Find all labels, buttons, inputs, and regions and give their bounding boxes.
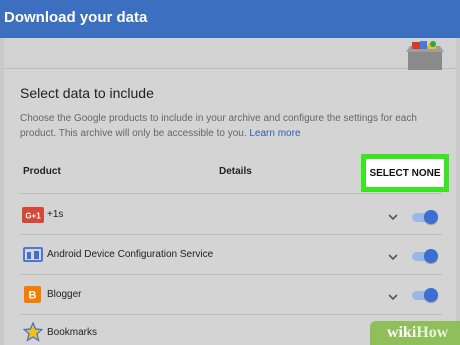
divider bbox=[20, 274, 442, 275]
bookmarks-star-icon bbox=[23, 322, 43, 342]
column-header-product: Product bbox=[23, 166, 61, 177]
blogger-icon: B bbox=[24, 286, 41, 303]
card-header-strip bbox=[4, 38, 456, 69]
select-none-button[interactable]: SELECT NONE bbox=[361, 154, 449, 192]
product-toggle[interactable] bbox=[412, 210, 438, 224]
page-title: Download your data bbox=[4, 9, 148, 26]
product-label: Android Device Configuration Service bbox=[47, 249, 214, 260]
divider bbox=[20, 193, 442, 194]
learn-more-link[interactable]: Learn more bbox=[249, 128, 300, 139]
archive-box-icon bbox=[406, 41, 444, 70]
blogger-icon-glyph: B bbox=[29, 290, 37, 302]
watermark-text: wikiHow bbox=[387, 324, 449, 341]
toggle-knob bbox=[424, 288, 438, 302]
top-app-bar: Download your data bbox=[0, 0, 460, 38]
google-plus-icon-text: G+1 bbox=[25, 212, 41, 221]
chevron-down-icon[interactable] bbox=[388, 213, 398, 221]
download-card: Select data to include Choose the Google… bbox=[4, 38, 456, 345]
select-none-label: SELECT NONE bbox=[369, 167, 441, 179]
toggle-knob bbox=[424, 210, 438, 224]
product-label: Bookmarks bbox=[47, 327, 98, 338]
chevron-down-icon[interactable] bbox=[388, 293, 398, 301]
product-toggle[interactable] bbox=[412, 249, 438, 263]
wikihow-watermark: wikiHow bbox=[370, 321, 460, 345]
android-device-icon bbox=[23, 247, 43, 262]
description-text: Choose the Google products to include in… bbox=[20, 113, 417, 139]
section-title: Select data to include bbox=[20, 85, 154, 101]
column-header-details: Details bbox=[219, 166, 252, 177]
product-toggle[interactable] bbox=[412, 288, 438, 302]
product-label: Blogger bbox=[47, 289, 82, 300]
google-plus-icon: G+1 bbox=[22, 207, 44, 223]
divider bbox=[20, 314, 442, 315]
divider bbox=[20, 234, 442, 235]
toggle-knob bbox=[424, 249, 438, 263]
section-description: Choose the Google products to include in… bbox=[20, 111, 440, 141]
product-label: +1s bbox=[47, 209, 64, 220]
chevron-down-icon[interactable] bbox=[388, 253, 398, 261]
